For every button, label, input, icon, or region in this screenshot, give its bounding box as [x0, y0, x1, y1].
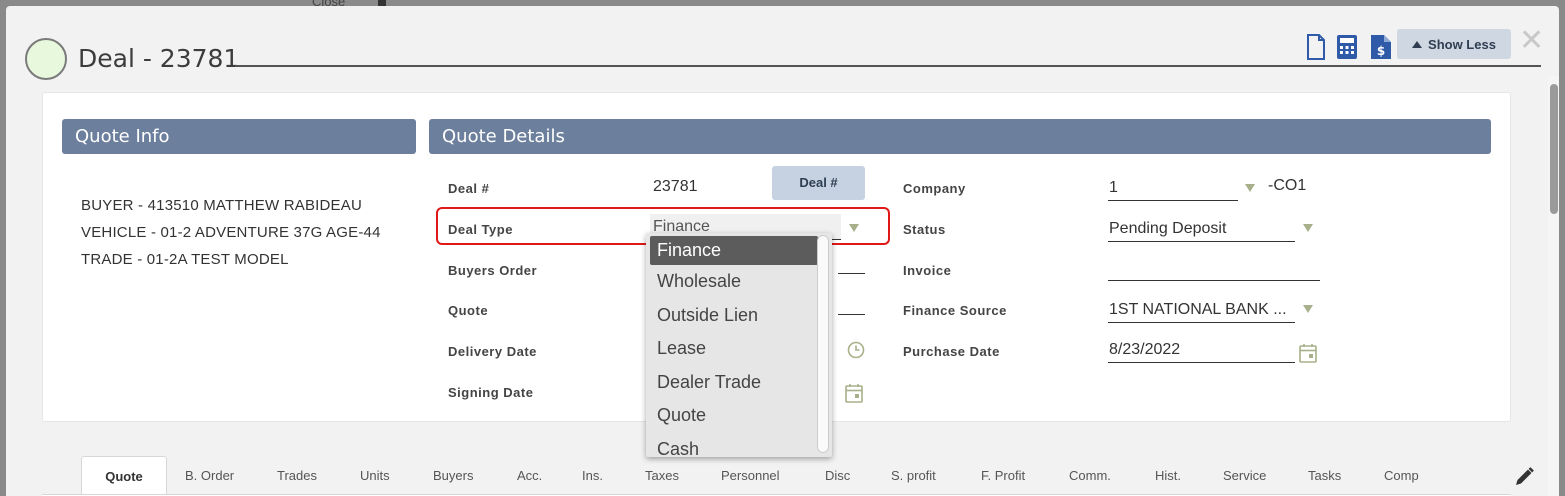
status-circle-icon	[25, 38, 67, 80]
tab-s-profit[interactable]: S. profit	[891, 468, 936, 483]
deal-type-dropdown: Finance Wholesale Outside Lien Lease Dea…	[646, 233, 832, 457]
purchase-calendar-icon[interactable]	[1299, 343, 1317, 368]
vehicle-line: VEHICLE - 01-2 ADVENTURE 37G AGE-44	[81, 224, 381, 241]
deal-tabs: Quote B. Order Trades Units Buyers Acc. …	[6, 454, 1559, 496]
tab-quote[interactable]: Quote	[81, 456, 167, 496]
tab-units[interactable]: Units	[360, 468, 390, 483]
tab-comm[interactable]: Comm.	[1069, 468, 1111, 483]
tab-comp[interactable]: Comp	[1384, 468, 1419, 483]
dropdown-option-finance[interactable]: Finance	[650, 236, 818, 265]
invoice-label: Invoice	[903, 263, 952, 278]
modal-scrollbar[interactable]	[1548, 76, 1559, 496]
dropdown-option-quote[interactable]: Quote	[646, 399, 832, 433]
invoice-input[interactable]	[1108, 280, 1320, 281]
tab-trades[interactable]: Trades	[277, 468, 317, 483]
quote-info-header: Quote Info	[62, 119, 416, 154]
deal-number-button[interactable]: Deal #	[772, 166, 865, 200]
company-value[interactable]: 1	[1109, 179, 1118, 197]
tab-f-profit[interactable]: F. Profit	[981, 468, 1025, 483]
dropdown-option-wholesale[interactable]: Wholesale	[646, 265, 832, 299]
status-underline	[1108, 241, 1295, 242]
clock-icon[interactable]	[847, 341, 865, 364]
tab-service[interactable]: Service	[1223, 468, 1266, 483]
quote-details-header: Quote Details	[429, 119, 1491, 154]
dropdown-option-lease[interactable]: Lease	[646, 332, 832, 366]
tab-disc[interactable]: Disc	[825, 468, 850, 483]
delivery-date-label: Delivery Date	[448, 344, 537, 359]
company-caret-icon[interactable]	[1245, 184, 1255, 192]
purchase-date-value[interactable]: 8/23/2022	[1109, 341, 1180, 359]
invoice-dollar-icon[interactable]: $	[1370, 34, 1392, 65]
status-value[interactable]: Pending Deposit	[1109, 220, 1226, 238]
tab-taxes[interactable]: Taxes	[645, 468, 679, 483]
finance-source-caret-icon[interactable]	[1303, 305, 1313, 313]
signing-calendar-icon[interactable]	[845, 383, 863, 408]
quote-label: Quote	[448, 303, 489, 318]
tab-ins[interactable]: Ins.	[582, 468, 603, 483]
company-underline	[1108, 200, 1238, 201]
tab-personnel[interactable]: Personnel	[721, 468, 780, 483]
dropdown-scrollbar[interactable]	[817, 235, 829, 453]
dropdown-option-outside-lien[interactable]: Outside Lien	[646, 299, 832, 333]
finance-source-label: Finance Source	[903, 303, 1007, 318]
svg-text:$: $	[1377, 44, 1385, 58]
show-less-button[interactable]: Show Less	[1397, 29, 1511, 59]
calculator-icon[interactable]	[1336, 34, 1358, 65]
tab-acc[interactable]: Acc.	[517, 468, 542, 483]
company-label: Company	[903, 181, 966, 196]
buyers-order-input[interactable]	[838, 273, 865, 274]
company-suffix: -CO1	[1268, 177, 1307, 194]
dropdown-option-cash[interactable]: Cash	[646, 433, 832, 457]
pencil-icon[interactable]	[1513, 466, 1535, 493]
deal-number-label: Deal #	[448, 181, 490, 196]
status-label: Status	[903, 222, 946, 237]
tab-hist[interactable]: Hist.	[1155, 468, 1181, 483]
scrollbar-thumb[interactable]	[1550, 84, 1558, 214]
tab-b-order[interactable]: B. Order	[185, 468, 234, 483]
finance-source-value[interactable]: 1ST NATIONAL BANK ...	[1109, 301, 1287, 319]
trade-line: TRADE - 01-2A TEST MODEL	[81, 251, 289, 268]
tab-buyers[interactable]: Buyers	[433, 468, 473, 483]
buyers-order-label: Buyers Order	[448, 263, 538, 278]
dropdown-option-dealer-trade[interactable]: Dealer Trade	[646, 366, 832, 400]
buyer-line: BUYER - 413510 MATTHEW RABIDEAU	[81, 197, 362, 214]
purchase-date-underline	[1108, 362, 1295, 363]
title-divider	[235, 65, 1541, 67]
signing-date-label: Signing Date	[448, 385, 534, 400]
tab-tasks[interactable]: Tasks	[1308, 468, 1341, 483]
purchase-date-label: Purchase Date	[903, 344, 1000, 359]
deal-number-value: 23781	[653, 178, 698, 195]
page-title: Deal - 23781	[78, 44, 240, 73]
document-icon[interactable]	[1306, 34, 1326, 65]
caret-up-icon	[1412, 40, 1423, 48]
show-less-label: Show Less	[1428, 36, 1496, 52]
close-icon[interactable]: ✕	[1519, 26, 1544, 56]
finance-source-underline	[1108, 322, 1295, 323]
status-caret-icon[interactable]	[1303, 224, 1313, 232]
quote-input[interactable]	[838, 314, 865, 315]
